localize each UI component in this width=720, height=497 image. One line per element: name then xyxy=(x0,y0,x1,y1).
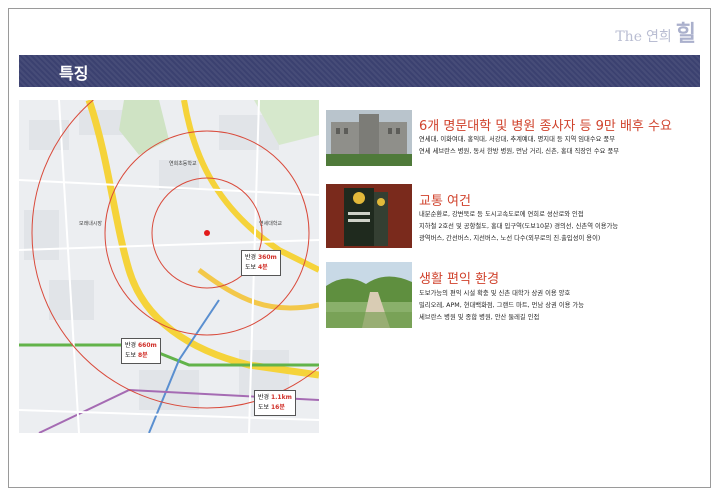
logo-small-text: The xyxy=(615,29,642,45)
feature-title: 6개 명문대학 및 병원 종사자 등 9만 배후 수요 xyxy=(419,119,672,134)
feature-line: 세브란스 병원 및 종합 병원, 안산 둘레길 인접 xyxy=(419,314,540,321)
distance-box-2: 반경 660m 도보 8분 xyxy=(121,338,161,364)
location-map: 연희초등학교 모래내시장 연세대학교 반경 360m 도보 4분 반경 660m… xyxy=(19,100,319,433)
section-banner: 특징 xyxy=(19,55,700,87)
section-title: 특징 xyxy=(59,64,89,83)
university-building-photo xyxy=(326,110,412,166)
feature-line: 내분순환로, 강변북로 등 도시고속도로에 연희로 성산로와 인접 xyxy=(419,211,584,218)
logo-brand-text: 연희 xyxy=(645,29,672,45)
feature-line: 연세 세브란스 병원, 동서 한방 병원, 먼남 거리, 신촌, 홍대 직장인 … xyxy=(419,148,620,155)
distance-box-1: 반경 360m 도보 4분 xyxy=(241,250,281,276)
distance-box-3: 반경 1.1km 도보 16분 xyxy=(254,390,296,416)
feature-title: 교통 여건 xyxy=(419,194,471,209)
map-place-label: 모래내시장 xyxy=(79,221,103,227)
park-path-photo xyxy=(326,262,412,328)
feature-line: 도보가능의 편익 시설 확충 및 신촌 대학가 상권 이용 양호 xyxy=(419,290,571,297)
feature-line: 지하철 2호선 및 공항철도, 홍대 입구역(도보10분) 경의선, 신촌역 이… xyxy=(419,223,619,230)
map-place-label: 연세대학교 xyxy=(259,221,283,227)
feature-title: 생활 편익 환경 xyxy=(419,272,500,287)
subway-sign-photo xyxy=(326,184,412,248)
feature-line: 광역버스, 간선버스, 지선버스, 노선 다수(외부로의 진.출입성이 용이) xyxy=(419,235,601,242)
brand-logo: The 연희 힐 xyxy=(615,16,696,48)
feature-line: 밀리오레, APM, 현대백화점, 그랜드 마트, 먼남 상권 이용 가능 xyxy=(419,302,585,309)
feature-line: 연세대, 이화여대, 홍익대, 서강대, 추계예대, 명지대 등 지역 임대수요… xyxy=(419,136,616,143)
map-place-label: 연희초등학교 xyxy=(169,161,197,167)
logo-big-text: 힐 xyxy=(675,21,696,47)
